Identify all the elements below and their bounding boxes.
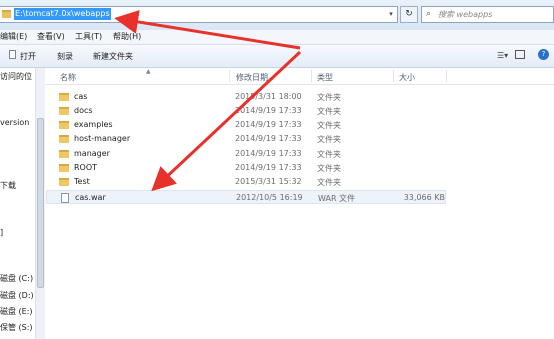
menu-view[interactable]: 查看(V) bbox=[37, 31, 65, 42]
file-date: 2014/9/19 17:33 bbox=[235, 106, 302, 115]
nav-item-downloads[interactable]: 下载 bbox=[0, 180, 16, 191]
column-date[interactable]: 修改日期 bbox=[236, 72, 268, 83]
nav-item-drive-s[interactable]: 保管 (S:) bbox=[0, 322, 33, 333]
file-type: 文件夹 bbox=[317, 121, 341, 130]
file-type: 文件夹 bbox=[317, 164, 341, 173]
file-name: cas.war bbox=[75, 193, 106, 202]
file-type: 文件夹 bbox=[317, 135, 341, 144]
file-type: WAR 文件 bbox=[318, 194, 356, 203]
file-name: manager bbox=[74, 149, 110, 158]
menu-bar: 编辑(E) 查看(V) 工具(T) 帮助(H) bbox=[0, 30, 554, 45]
burn-button[interactable]: 刻录 bbox=[57, 51, 73, 62]
file-row[interactable]: cas 2015/3/31 18:00 文件夹 bbox=[46, 90, 436, 104]
column-size[interactable]: 大小 bbox=[399, 72, 415, 83]
file-date: 2015/3/31 18:00 bbox=[235, 92, 302, 101]
file-row[interactable]: Test 2015/3/31 15:32 文件夹 bbox=[46, 175, 436, 189]
menu-tools[interactable]: 工具(T) bbox=[75, 31, 102, 42]
nav-item-drive-d[interactable]: 磁盘 (D:) bbox=[0, 290, 34, 301]
new-folder-button[interactable]: 新建文件夹 bbox=[93, 51, 133, 62]
sort-indicator-icon: ▲ bbox=[146, 68, 151, 75]
file-name: docs bbox=[74, 106, 93, 115]
file-type: 文件夹 bbox=[317, 150, 341, 159]
search-input[interactable]: ⌕ 搜索 webapps bbox=[421, 6, 554, 23]
column-name[interactable]: 名称 bbox=[60, 72, 76, 83]
folder-icon bbox=[59, 135, 69, 143]
file-date: 2015/3/31 15:32 bbox=[235, 177, 302, 186]
menu-edit[interactable]: 编辑(E) bbox=[0, 31, 27, 42]
file-size: 33,066 KB bbox=[403, 193, 445, 202]
file-date: 2012/10/5 16:19 bbox=[236, 193, 303, 202]
file-list: ▲ 名称 修改日期 类型 大小 cas 2015/3/31 18:00 文件夹 … bbox=[46, 68, 554, 339]
refresh-button[interactable]: ↻ bbox=[400, 6, 418, 23]
file-row[interactable]: ROOT 2014/9/19 17:33 文件夹 bbox=[46, 161, 436, 175]
file-type: 文件夹 bbox=[317, 93, 341, 102]
folder-icon bbox=[59, 150, 69, 158]
file-date: 2014/9/19 17:33 bbox=[235, 120, 302, 129]
document-icon bbox=[9, 50, 16, 59]
preview-pane-icon[interactable] bbox=[515, 50, 525, 59]
file-row[interactable]: examples 2014/9/19 17:33 文件夹 bbox=[46, 118, 436, 132]
search-placeholder: 搜索 webapps bbox=[438, 10, 493, 19]
nav-item-version[interactable]: version bbox=[0, 118, 29, 127]
search-icon: ⌕ bbox=[426, 9, 432, 19]
open-button[interactable]: 打开 bbox=[20, 51, 36, 62]
nav-item-drive-e[interactable]: 磁盘 (E:) bbox=[0, 306, 33, 317]
folder-icon bbox=[59, 178, 69, 186]
file-date: 2014/9/19 17:33 bbox=[235, 149, 302, 158]
column-header: ▲ 名称 修改日期 类型 大小 bbox=[46, 68, 554, 85]
address-path[interactable]: E:\tomcat7.0x\webapps bbox=[14, 8, 111, 20]
folder-icon bbox=[59, 164, 69, 172]
file-name: cas bbox=[74, 92, 88, 101]
folder-icon bbox=[59, 121, 69, 129]
file-row[interactable]: manager 2014/9/19 17:33 文件夹 bbox=[46, 147, 436, 161]
file-name: host-manager bbox=[74, 134, 131, 143]
file-type: 文件夹 bbox=[317, 178, 341, 187]
file-row[interactable]: docs 2014/9/19 17:33 文件夹 bbox=[46, 104, 436, 118]
nav-scrollbar[interactable] bbox=[35, 68, 45, 339]
menu-help[interactable]: 帮助(H) bbox=[113, 31, 141, 42]
address-bar[interactable]: E:\tomcat7.0x\webapps ▾ bbox=[0, 6, 398, 23]
navigation-pane: 访问的位 version 下载 ] 磁盘 (C:) 磁盘 (D:) 磁盘 (E:… bbox=[0, 68, 34, 339]
column-type[interactable]: 类型 bbox=[317, 72, 333, 83]
file-name: Test bbox=[74, 177, 90, 186]
chevron-down-icon[interactable]: ▾ bbox=[386, 10, 396, 20]
scrollbar-thumb[interactable] bbox=[37, 118, 44, 288]
file-icon bbox=[61, 193, 69, 203]
file-date: 2014/9/19 17:33 bbox=[235, 134, 302, 143]
folder-icon bbox=[2, 10, 11, 18]
file-row[interactable]: host-manager 2014/9/19 17:33 文件夹 bbox=[46, 132, 436, 146]
nav-item-recent-places[interactable]: 访问的位 bbox=[0, 71, 32, 82]
nav-item-drive-c[interactable]: 磁盘 (C:) bbox=[0, 273, 33, 284]
nav-item-library[interactable]: ] bbox=[0, 228, 3, 237]
file-date: 2014/9/19 17:33 bbox=[235, 163, 302, 172]
folder-icon bbox=[59, 107, 69, 115]
file-row-selected[interactable]: cas.war 2012/10/5 16:19 WAR 文件 33,066 KB bbox=[46, 190, 446, 204]
file-name: examples bbox=[74, 120, 113, 129]
help-icon[interactable]: ? bbox=[538, 49, 549, 60]
folder-icon bbox=[59, 93, 69, 101]
command-toolbar: 打开 刻录 新建文件夹 ☰▾ ? bbox=[0, 45, 554, 68]
view-options-icon[interactable]: ☰▾ bbox=[497, 51, 508, 60]
file-name: ROOT bbox=[74, 163, 98, 172]
file-type: 文件夹 bbox=[317, 107, 341, 116]
address-toolbar: E:\tomcat7.0x\webapps ▾ ↻ ⌕ 搜索 webapps bbox=[0, 0, 554, 30]
